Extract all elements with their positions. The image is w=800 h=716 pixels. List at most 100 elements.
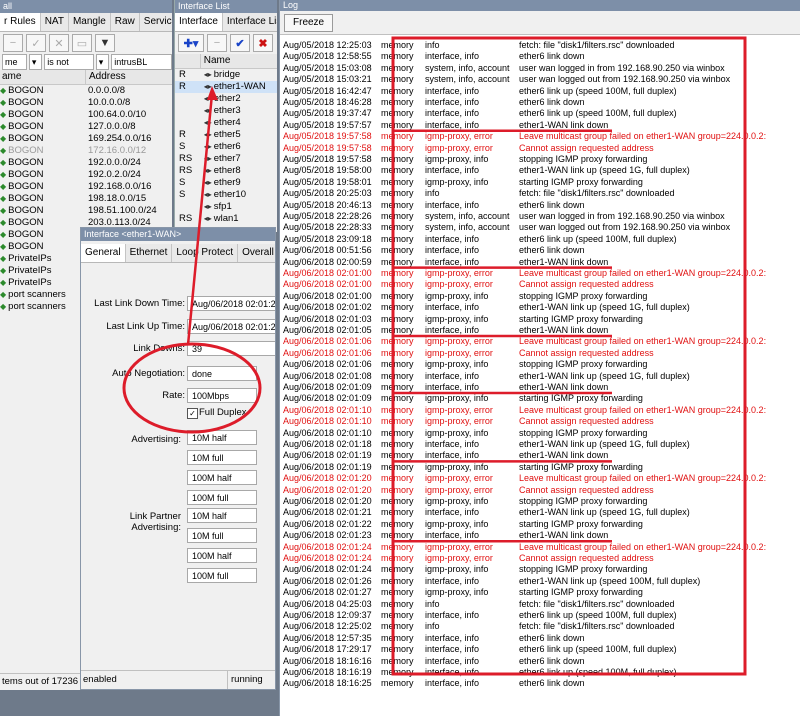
- col-address-header[interactable]: Address: [85, 70, 172, 84]
- minus-icon[interactable]: −: [207, 34, 227, 52]
- table-row[interactable]: R ◂▸ ether5: [175, 129, 277, 141]
- log-topics: igmp-proxy, error: [425, 268, 493, 278]
- table-row[interactable]: ◂▸ sfp1: [175, 201, 277, 213]
- log-time: Aug/06/2018 02:01:00: [283, 290, 372, 301]
- table-row[interactable]: RS ◂▸ ether7: [175, 153, 277, 165]
- log-time: Aug/05/2018 22:28:33: [283, 222, 372, 233]
- log-time: Aug/05/2018 19:57:58: [283, 131, 372, 142]
- address-list-name: port scanners: [8, 301, 66, 312]
- interface-dialog-tab[interactable]: Loop Protect: [172, 244, 239, 262]
- filter-operator[interactable]: is not: [44, 54, 94, 70]
- table-row[interactable]: RS ◂▸ wlan1: [175, 213, 277, 225]
- table-row[interactable]: S ◂▸ ether6: [175, 141, 277, 153]
- auto-negotiation-label: Auto Negotiation:: [112, 368, 185, 379]
- log-topics: system, info, account: [425, 74, 510, 85]
- log-time: Aug/06/2018 02:01:20: [283, 484, 372, 495]
- address-list-name-cell: ◆ BOGON: [0, 193, 84, 205]
- log-message: Leave multicast group failed on ether1-W…: [519, 404, 767, 415]
- table-row[interactable]: ◆ BOGON 0.0.0.0/8: [0, 85, 172, 97]
- log-topics: igmp-proxy, info: [425, 427, 489, 438]
- minus-icon[interactable]: −: [3, 34, 23, 52]
- log-message: stopping IGMP proxy forwarding: [519, 154, 648, 164]
- log-message: stopping IGMP proxy forwarding: [519, 427, 648, 438]
- ethernet-port-icon: ◂▸: [203, 130, 212, 139]
- address-list-address: 192.168.0.0/16: [88, 181, 152, 192]
- firewall-tab[interactable]: r Rules: [0, 13, 41, 31]
- enable-icon[interactable]: ✓: [26, 34, 46, 52]
- log-time: Aug/06/2018 02:01:00: [283, 268, 372, 278]
- firewall-tab[interactable]: Mangle: [69, 13, 111, 31]
- log-time: Aug/05/2018 19:57:57: [283, 119, 372, 130]
- log-message: ether6 link down: [519, 678, 585, 689]
- address-list-name-cell: ◆ BOGON: [0, 85, 84, 97]
- table-row[interactable]: ◆ BOGON 192.0.0.0/24: [0, 157, 172, 169]
- filter-icon[interactable]: ▼: [95, 34, 115, 52]
- log-topics: igmp-proxy, info: [425, 393, 489, 404]
- ethernet-port-icon: ◂▸: [203, 82, 212, 91]
- table-row[interactable]: ◆ BOGON 192.0.2.0/24: [0, 169, 172, 181]
- log-message: Leave multicast group failed on ether1-W…: [519, 131, 767, 142]
- log-time: Aug/06/2018 02:01:10: [283, 416, 372, 427]
- interface-list-tab[interactable]: Interface: [175, 13, 223, 31]
- col-name-header[interactable]: ame: [0, 70, 85, 84]
- log-topics: info: [425, 598, 440, 609]
- enable-icon[interactable]: ✔: [230, 34, 250, 52]
- table-row[interactable]: S ◂▸ ether10: [175, 189, 277, 201]
- disable-icon[interactable]: ✖: [253, 34, 273, 52]
- table-row[interactable]: ◆ BOGON 100.64.0.0/10: [0, 109, 172, 121]
- table-row[interactable]: ◆ BOGON 172.16.0.0/12: [0, 145, 172, 157]
- address-list-address: 127.0.0.0/8: [88, 121, 136, 132]
- rate-label: Rate:: [162, 390, 185, 401]
- filter-operator-dropdown-icon[interactable]: ▾: [95, 54, 110, 70]
- freeze-button[interactable]: Freeze: [284, 14, 334, 32]
- log-message: user wan logged in from 192.168.90.250 v…: [519, 62, 725, 73]
- table-row[interactable]: ◆ BOGON 198.51.100.0/24: [0, 205, 172, 217]
- interface-dialog-tab[interactable]: Ethernet: [126, 244, 173, 262]
- log-message: starting IGMP proxy forwarding: [519, 176, 643, 187]
- table-row[interactable]: ◂▸ ether3: [175, 105, 277, 117]
- full-duplex-checkbox[interactable]: ✓: [187, 408, 198, 419]
- log-topics: interface, info: [425, 165, 480, 176]
- table-row[interactable]: ◆ BOGON 127.0.0.0/8: [0, 121, 172, 133]
- log-message: stopping IGMP proxy forwarding: [519, 564, 648, 575]
- log-topics: igmp-proxy, error: [425, 142, 493, 153]
- interface-name: wlan1: [213, 213, 239, 224]
- interface-name-cell: ◂▸ ether9: [204, 177, 277, 189]
- status-dot-icon: ◆: [0, 86, 7, 95]
- table-row[interactable]: R ◂▸ ether1-WAN: [175, 81, 277, 93]
- log-time: Aug/06/2018 02:01:24: [283, 541, 372, 552]
- log-topics: interface, info: [425, 245, 480, 256]
- log-message: starting IGMP proxy forwarding: [519, 518, 643, 529]
- interface-list-tab[interactable]: Interface List: [223, 13, 277, 31]
- filter-field[interactable]: me: [2, 54, 27, 70]
- table-row[interactable]: ◆ BOGON 198.18.0.0/15: [0, 193, 172, 205]
- disable-icon[interactable]: ✕: [49, 34, 69, 52]
- ethernet-port-icon: ◂▸: [203, 142, 212, 151]
- table-row[interactable]: ◆ BOGON 192.168.0.0/16: [0, 181, 172, 193]
- filter-field-dropdown-icon[interactable]: ▾: [28, 54, 43, 70]
- interface-dialog-tab[interactable]: Overall Stats: [238, 244, 275, 262]
- interface-name: ether2: [213, 93, 241, 104]
- address-list-address: 172.16.0.0/12: [88, 145, 147, 156]
- log-time: Aug/05/2018 22:28:26: [283, 211, 372, 221]
- interface-name-cell: ◂▸ ether7: [204, 153, 277, 165]
- table-row[interactable]: RS ◂▸ ether8: [175, 165, 277, 177]
- filter-value[interactable]: intrusBL: [111, 54, 172, 70]
- firewall-tab[interactable]: NAT: [41, 13, 69, 31]
- col-name-header[interactable]: Name: [199, 54, 277, 68]
- table-row[interactable]: S ◂▸ ether9: [175, 177, 277, 189]
- interface-dialog-tab[interactable]: General: [81, 244, 126, 262]
- log-topics: igmp-proxy, error: [425, 473, 493, 484]
- address-list-address: 192.0.0.0/24: [88, 157, 141, 168]
- table-row[interactable]: ◂▸ ether2: [175, 93, 277, 105]
- add-icon[interactable]: ✚▾: [178, 34, 204, 52]
- firewall-tab[interactable]: Raw: [111, 13, 140, 31]
- table-row[interactable]: ◆ BOGON 10.0.0.0/8: [0, 97, 172, 109]
- log-topics: interface, info: [425, 667, 480, 677]
- table-row[interactable]: R ◂▸ bridge: [175, 69, 277, 81]
- firewall-tab[interactable]: Service Port: [140, 13, 172, 31]
- comment-icon[interactable]: ▭: [72, 34, 92, 52]
- table-row[interactable]: ◆ BOGON 169.254.0.0/16: [0, 133, 172, 145]
- table-row[interactable]: ◂▸ ether4: [175, 117, 277, 129]
- log-time: Aug/06/2018 02:01:24: [283, 564, 372, 575]
